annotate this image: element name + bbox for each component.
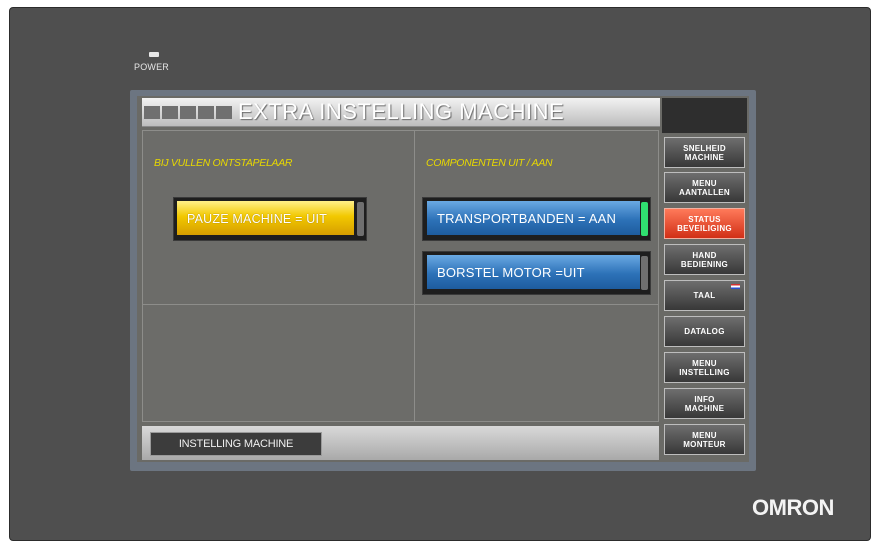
pauze-machine-button[interactable]: PAUZE MACHINE = UIT	[173, 197, 367, 241]
menu-datalog[interactable]: DATALOG	[664, 316, 745, 347]
title-block-icon	[162, 106, 178, 119]
menu-monteur[interactable]: MENU MONTEUR	[664, 424, 745, 455]
flag-icon	[731, 284, 740, 289]
menu-status-beveiliging[interactable]: STATUS BEVEILIGING	[664, 208, 745, 239]
page-title: EXTRA INSTELLING MACHINE	[238, 99, 565, 124]
left-section-label: BIJ VULLEN ONTSTAPELAAR	[154, 157, 293, 169]
omron-logo: OMRON	[752, 495, 834, 520]
borstel-motor-button[interactable]: BORSTEL MOTOR =UIT	[422, 251, 651, 295]
title-block-icon	[144, 106, 160, 119]
power-led-icon	[149, 52, 159, 57]
title-block-icon	[216, 106, 232, 119]
menu-aantallen[interactable]: MENU AANTALLEN	[664, 172, 745, 203]
title-block-icon	[198, 106, 214, 119]
menu-info-machine[interactable]: INFO MACHINE	[664, 388, 745, 419]
borstel-motor-label: BORSTEL MOTOR =UIT	[427, 255, 640, 289]
menu-header-area	[662, 98, 747, 133]
menu-taal-label: TAAL	[693, 291, 716, 300]
menu-hand-bediening[interactable]: HAND BEDIENING	[664, 244, 745, 275]
menu-taal[interactable]: TAAL	[664, 280, 745, 311]
borstel-indicator-icon	[641, 256, 648, 290]
title-block-icon	[180, 106, 196, 119]
menu-snelheid-machine[interactable]: SNELHEID MACHINE	[664, 137, 745, 168]
menu-instelling[interactable]: MENU INSTELLING	[664, 352, 745, 383]
pauze-indicator-icon	[357, 202, 364, 236]
power-label: POWER	[134, 62, 170, 72]
pauze-machine-label: PAUZE MACHINE = UIT	[177, 201, 354, 235]
horizontal-divider	[142, 304, 659, 305]
vertical-divider	[414, 130, 415, 422]
transportbanden-label: TRANSPORTBANDEN = AAN	[427, 201, 640, 235]
transportbanden-button[interactable]: TRANSPORTBANDEN = AAN	[422, 197, 651, 241]
instelling-machine-button[interactable]: INSTELLING MACHINE	[150, 432, 322, 456]
right-section-label: COMPONENTEN UIT / AAN	[426, 157, 553, 169]
transport-indicator-icon	[641, 202, 648, 236]
title-bar: EXTRA INSTELLING MACHINE	[142, 98, 660, 127]
